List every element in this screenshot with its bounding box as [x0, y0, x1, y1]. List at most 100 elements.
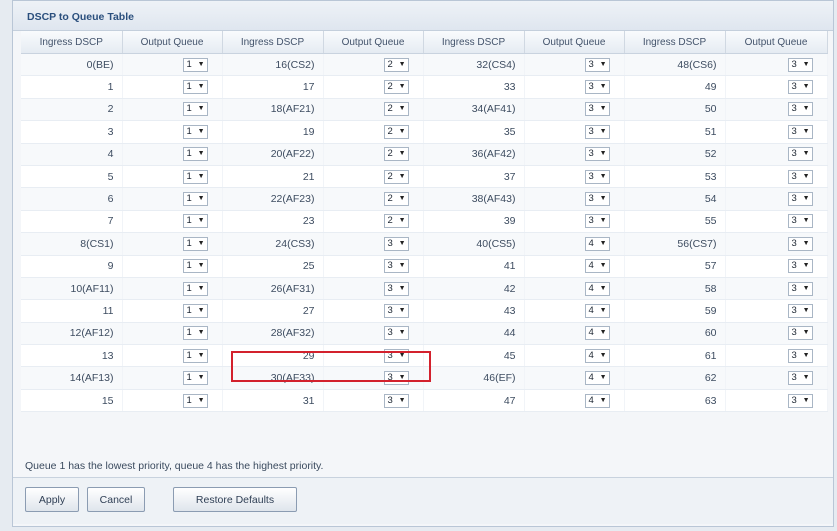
output-queue-select[interactable]: 1 ▼	[182, 80, 208, 95]
chevron-down-icon: ▼	[197, 284, 205, 292]
output-queue-select[interactable]: 3 ▼	[584, 57, 610, 72]
output-queue-select[interactable]: 3 ▼	[787, 236, 813, 251]
output-queue-value: 3	[588, 148, 594, 160]
output-queue-select[interactable]: 3 ▼	[383, 281, 409, 296]
ingress-dscp-cell: 30(AF33)	[221, 366, 324, 390]
ingress-dscp-cell: 24(CS3)	[221, 232, 324, 256]
output-queue-select[interactable]: 1 ▼	[182, 169, 208, 184]
output-queue-cell: 3 ▼	[524, 75, 625, 99]
output-queue-select[interactable]: 3 ▼	[584, 192, 610, 207]
output-queue-select[interactable]: 2 ▼	[383, 80, 409, 95]
output-queue-select[interactable]: 3 ▼	[787, 281, 813, 296]
dscp-queue-table: Ingress DSCP Output Queue Ingress DSCP O…	[21, 31, 828, 413]
output-queue-cell: 2 ▼	[323, 75, 424, 99]
chevron-down-icon: ▼	[802, 217, 810, 225]
output-queue-cell: 3 ▼	[323, 277, 424, 301]
output-queue-cell: 1 ▼	[122, 75, 223, 99]
output-queue-select[interactable]: 4 ▼	[584, 326, 610, 341]
output-queue-select[interactable]: 1 ▼	[182, 214, 208, 229]
output-queue-select[interactable]: 1 ▼	[182, 147, 208, 162]
output-queue-select[interactable]: 3 ▼	[383, 393, 409, 408]
output-queue-select[interactable]: 4 ▼	[584, 303, 610, 318]
output-queue-select[interactable]: 3 ▼	[584, 214, 610, 229]
apply-button[interactable]: Apply	[25, 487, 79, 512]
output-queue-select[interactable]: 4 ▼	[584, 393, 610, 408]
output-queue-cell: 3 ▼	[524, 187, 625, 211]
output-queue-select[interactable]: 3 ▼	[787, 326, 813, 341]
output-queue-select[interactable]: 3 ▼	[787, 393, 813, 408]
chevron-down-icon: ▼	[802, 239, 810, 247]
ingress-dscp-cell: 12(AF12)	[21, 322, 123, 346]
output-queue-select[interactable]: 3 ▼	[584, 80, 610, 95]
output-queue-select[interactable]: 2 ▼	[383, 192, 409, 207]
output-queue-select[interactable]: 2 ▼	[383, 124, 409, 139]
output-queue-select[interactable]: 3 ▼	[584, 102, 610, 117]
output-queue-value: 4	[588, 282, 594, 294]
output-queue-select[interactable]: 4 ▼	[584, 236, 610, 251]
output-queue-select[interactable]: 4 ▼	[584, 259, 610, 274]
chevron-down-icon: ▼	[802, 195, 810, 203]
output-queue-select[interactable]: 3 ▼	[383, 348, 409, 363]
output-queue-select[interactable]: 1 ▼	[182, 102, 208, 117]
output-queue-select[interactable]: 3 ▼	[787, 102, 813, 117]
output-queue-value: 1	[186, 260, 192, 272]
output-queue-select[interactable]: 3 ▼	[787, 124, 813, 139]
chevron-down-icon: ▼	[398, 239, 406, 247]
output-queue-select[interactable]: 4 ▼	[584, 281, 610, 296]
output-queue-value: 3	[791, 81, 797, 93]
output-queue-select[interactable]: 3 ▼	[787, 147, 813, 162]
output-queue-cell: 1 ▼	[122, 143, 223, 166]
output-queue-cell: 3 ▼	[524, 98, 625, 122]
output-queue-select[interactable]: 3 ▼	[584, 124, 610, 139]
output-queue-select[interactable]: 4 ▼	[584, 371, 610, 386]
output-queue-select[interactable]: 3 ▼	[383, 259, 409, 274]
output-queue-value: 3	[387, 282, 393, 294]
output-queue-select[interactable]: 1 ▼	[182, 348, 208, 363]
output-queue-select[interactable]: 3 ▼	[787, 348, 813, 363]
output-queue-select[interactable]: 3 ▼	[787, 169, 813, 184]
output-queue-cell: 1 ▼	[122, 366, 223, 390]
output-queue-select[interactable]: 3 ▼	[787, 192, 813, 207]
output-queue-select[interactable]: 3 ▼	[787, 214, 813, 229]
output-queue-select[interactable]: 1 ▼	[182, 236, 208, 251]
output-queue-select[interactable]: 1 ▼	[182, 281, 208, 296]
output-queue-select[interactable]: 1 ▼	[182, 303, 208, 318]
output-queue-select[interactable]: 3 ▼	[787, 259, 813, 274]
output-queue-select[interactable]: 1 ▼	[182, 259, 208, 274]
output-queue-select[interactable]: 3 ▼	[787, 80, 813, 95]
output-queue-select[interactable]: 3 ▼	[584, 169, 610, 184]
chevron-down-icon: ▼	[197, 195, 205, 203]
output-queue-cell: 3 ▼	[725, 53, 828, 77]
output-queue-select[interactable]: 1 ▼	[182, 371, 208, 386]
chevron-down-icon: ▼	[398, 306, 406, 314]
output-queue-select[interactable]: 3 ▼	[787, 57, 813, 72]
output-queue-select[interactable]: 4 ▼	[584, 348, 610, 363]
output-queue-select[interactable]: 1 ▼	[182, 393, 208, 408]
output-queue-select[interactable]: 2 ▼	[383, 214, 409, 229]
output-queue-select[interactable]: 3 ▼	[787, 371, 813, 386]
output-queue-value: 3	[588, 58, 594, 70]
output-queue-select[interactable]: 2 ▼	[383, 102, 409, 117]
output-queue-select[interactable]: 1 ▼	[182, 326, 208, 341]
output-queue-select[interactable]: 3 ▼	[383, 371, 409, 386]
restore-defaults-button[interactable]: Restore Defaults	[173, 487, 297, 512]
cancel-button[interactable]: Cancel	[87, 487, 145, 512]
chevron-down-icon: ▼	[197, 60, 205, 68]
output-queue-select[interactable]: 1 ▼	[182, 192, 208, 207]
output-queue-cell: 4 ▼	[524, 322, 625, 346]
output-queue-select[interactable]: 2 ▼	[383, 147, 409, 162]
output-queue-select[interactable]: 1 ▼	[182, 124, 208, 139]
output-queue-select[interactable]: 2 ▼	[383, 57, 409, 72]
output-queue-select[interactable]: 1 ▼	[182, 57, 208, 72]
ingress-dscp-cell: 48(CS6)	[623, 53, 726, 77]
output-queue-select[interactable]: 3 ▼	[787, 303, 813, 318]
output-queue-select[interactable]: 3 ▼	[383, 326, 409, 341]
output-queue-cell: 3 ▼	[725, 210, 828, 234]
output-queue-select[interactable]: 3 ▼	[383, 303, 409, 318]
ingress-dscp-cell: 42	[422, 277, 525, 301]
output-queue-select[interactable]: 2 ▼	[383, 169, 409, 184]
output-queue-select[interactable]: 3 ▼	[383, 236, 409, 251]
output-queue-select[interactable]: 3 ▼	[584, 147, 610, 162]
output-queue-cell: 2 ▼	[323, 120, 424, 144]
output-queue-value: 2	[387, 58, 393, 70]
